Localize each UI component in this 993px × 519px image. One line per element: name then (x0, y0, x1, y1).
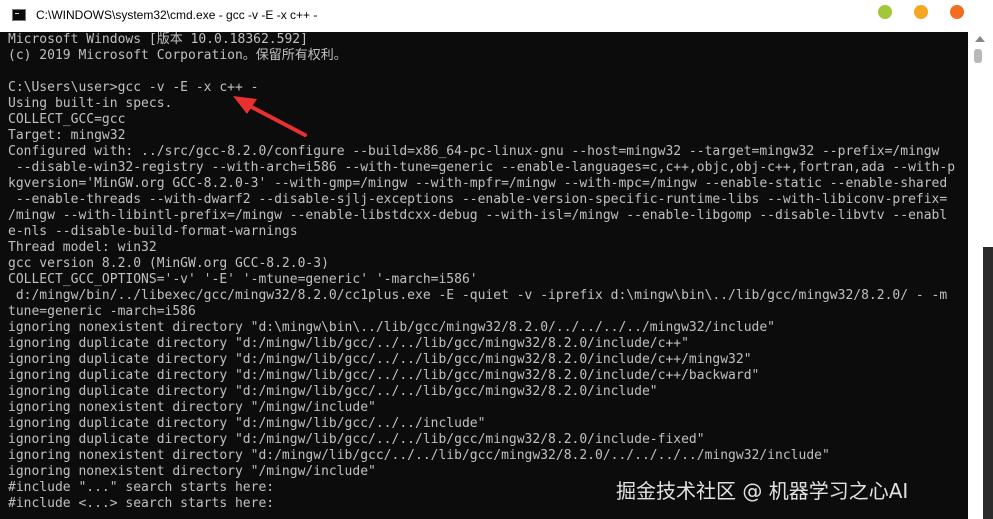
arrow-shaft (244, 102, 307, 137)
watermark: 掘金技术社区 @ 机器学习之心AI (616, 479, 909, 503)
annotation-arrow (233, 96, 307, 137)
arrow-head-icon (233, 96, 257, 114)
